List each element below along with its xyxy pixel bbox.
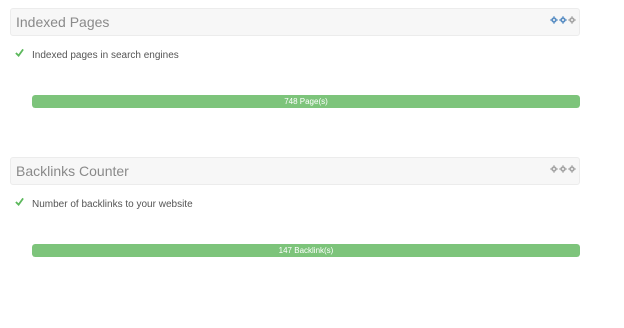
panel-header: Backlinks Counter [10, 157, 580, 185]
gear-icon[interactable] [559, 165, 567, 173]
checkmark-icon [15, 197, 24, 206]
gear-icon[interactable] [550, 165, 558, 173]
panel-title: Indexed Pages [16, 14, 110, 30]
panel-description: Indexed pages in search engines [32, 50, 179, 61]
panel-title: Backlinks Counter [16, 163, 129, 179]
header-icons [550, 16, 576, 24]
gear-icon[interactable] [568, 165, 576, 173]
gear-icon[interactable] [568, 16, 576, 24]
progress-fill: 748 Page(s) [32, 95, 580, 108]
gear-icon[interactable] [550, 16, 558, 24]
panel-body: Indexed pages in search engines 748 Page… [10, 36, 580, 156]
panel-body: Number of backlinks to your website 147 … [10, 185, 580, 305]
panel-description: Number of backlinks to your website [32, 199, 193, 210]
backlinks-counter-panel: Backlinks Counter Number of backlinks to… [10, 157, 580, 305]
progress-label: 147 Backlink(s) [278, 246, 334, 255]
progress-fill: 147 Backlink(s) [32, 244, 580, 257]
header-icons [550, 165, 576, 173]
panel-header: Indexed Pages [10, 8, 580, 36]
gear-icon[interactable] [559, 16, 567, 24]
progress-bar: 147 Backlink(s) [32, 244, 580, 257]
indexed-pages-panel: Indexed Pages Indexed pages in search en… [10, 8, 580, 156]
checkmark-icon [15, 48, 24, 57]
progress-label: 748 Page(s) [284, 97, 328, 106]
progress-bar: 748 Page(s) [32, 95, 580, 108]
